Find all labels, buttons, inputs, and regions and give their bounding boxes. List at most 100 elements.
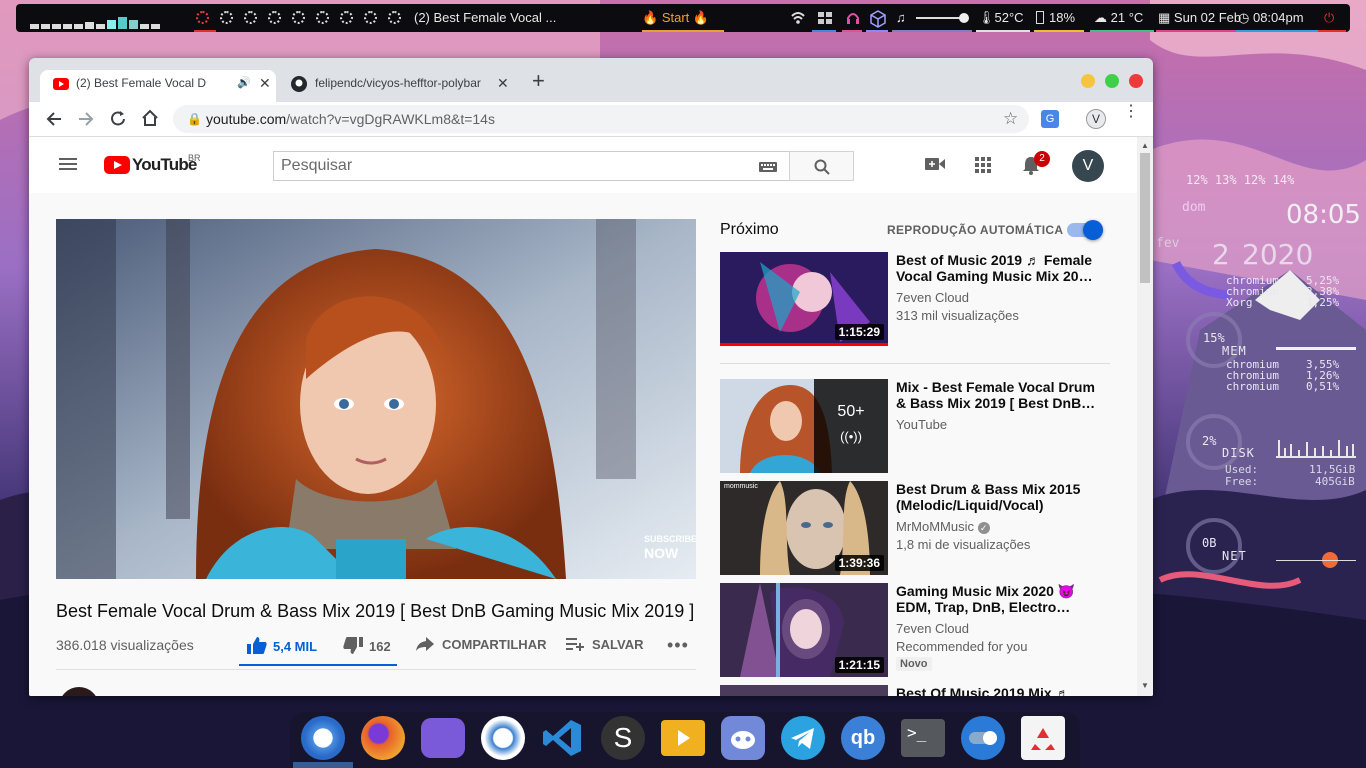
speaker-icon[interactable]: 🔊 [237,70,251,96]
discord-icon[interactable] [721,716,765,760]
trash-icon[interactable] [1021,716,1065,760]
more-actions-icon[interactable]: ••• [667,635,689,656]
package-icon[interactable] [869,4,887,32]
workspace-2[interactable] [220,11,233,24]
playlist-add-icon [566,638,584,651]
create-video-icon[interactable] [925,157,945,171]
minimize-button[interactable] [1081,74,1095,88]
autoplay-toggle[interactable] [1067,220,1103,240]
apps-grid-icon[interactable] [975,157,991,173]
battery-value: 18% [1049,10,1076,25]
channel-avatar[interactable] [59,687,99,696]
vscode-icon[interactable] [541,716,585,760]
power-icon[interactable]: ⏻ [1324,4,1334,32]
firefox-icon[interactable] [361,716,405,760]
divider [720,363,1110,364]
back-arrow-icon[interactable] [45,110,63,128]
net-graph-line [1276,560,1356,561]
lock-icon: 🔒 [187,112,202,126]
address-bar[interactable]: 🔒 youtube.com/watch?v=vgDgRAWKLm8&t=14s … [173,105,1029,133]
workspace-4[interactable] [268,11,281,24]
translate-icon[interactable]: G [1041,110,1059,128]
time: ◷ 08:04pm [1238,4,1304,32]
profile-avatar[interactable]: V [1086,109,1106,129]
search-input[interactable]: Pesquisar [273,151,790,181]
media-player-icon[interactable] [661,720,705,756]
scroll-down-icon[interactable]: ▼ [1141,681,1149,690]
clock-app-icon[interactable] [481,716,525,760]
close-tab-icon[interactable]: ✕ [259,70,271,96]
hamburger-menu-icon[interactable] [59,157,77,171]
share-button[interactable]: COMPARTILHAR [416,637,546,652]
new-badge: Novo [896,657,932,671]
video-player[interactable]: SUBSCRIBE NOW [56,219,696,579]
home-icon[interactable] [141,109,159,127]
like-button[interactable]: 5,4 MIL [247,637,317,655]
recommendation-channel: 7even Cloud [896,621,969,636]
video-thumbnail[interactable]: 1:15:29 [720,252,888,346]
telegram-icon[interactable] [781,716,825,760]
qbittorrent-icon[interactable]: qb [841,716,885,760]
workspace-9[interactable] [388,11,401,24]
recommendation-item[interactable]: 50+ ((•)) Mix - Best Female Vocal Drum &… [720,379,1110,473]
recommendation-item[interactable]: 1:15:29 Best of Music 2019 ♬ Female Voca… [720,252,1110,346]
recommendation-title: Mix - Best Female Vocal Drum & Bass Mix … [896,379,1096,411]
close-window-button[interactable] [1129,74,1143,88]
tab-github[interactable]: felipendc/vicyos-hefftor-polybar ✕ [281,70,517,102]
save-button[interactable]: SALVAR [566,637,644,652]
workspace-3[interactable] [244,11,257,24]
close-tab-icon[interactable]: ✕ [497,70,509,96]
video-thumbnail[interactable]: 50+ ((•)) [720,379,888,473]
divider [56,669,696,670]
tab-youtube[interactable]: (2) Best Female Vocal Drum & Bass Mix 20… [40,70,276,102]
reload-icon[interactable] [109,110,127,128]
terminal-icon[interactable]: >_ [901,719,945,757]
start-button[interactable]: 🔥 Start 🔥 [642,4,709,32]
maximize-button[interactable] [1105,74,1119,88]
new-tab-button[interactable]: + [532,68,545,94]
dislike-button[interactable]: 162 [343,637,391,655]
date-underline [1156,30,1248,32]
active-workspace-underline [194,30,216,32]
recommendation-title: Best Of Music 2019 Mix ♬ [896,685,1070,696]
cpu-temp-value: 52°C [994,10,1024,25]
recommendation-item[interactable]: mommusic 1:39:36 Best Drum & Bass Mix 20… [720,481,1110,575]
scrollbar-thumb[interactable] [1140,153,1150,283]
time-underline [1236,30,1326,32]
browser-menu-icon[interactable]: ⋮ [1123,104,1139,120]
conky-mem-pct: 15% [1203,331,1225,345]
windows-icon[interactable] [817,4,833,32]
battery-underline [1034,30,1084,32]
weather-value: 21 °C [1110,10,1144,25]
tab-title: (2) Best Female Vocal Drum & Bass Mix 20… [76,76,206,90]
workspace-6[interactable] [316,11,329,24]
recommendation-item[interactable]: Best Of Music 2019 Mix ♬ [720,685,1110,696]
workspace-7[interactable] [340,11,353,24]
chromium-icon[interactable] [301,716,345,760]
scroll-up-icon[interactable]: ▲ [1141,141,1149,150]
headphones-icon[interactable] [845,4,861,32]
video-thumbnail[interactable]: mommusic 1:39:36 [720,481,888,575]
account-avatar[interactable]: V [1072,150,1104,182]
bookmark-star-icon[interactable]: ☆ [1003,105,1018,133]
video-thumbnail[interactable] [720,685,888,696]
search-button[interactable] [789,151,854,181]
workspace-8[interactable] [364,11,377,24]
conky-disk-label: DISK [1222,446,1255,460]
keyboard-icon[interactable] [759,162,777,172]
video-thumbnail[interactable]: 1:21:15 [720,583,888,677]
mem-proc-name: chromium [1226,380,1279,393]
recommendation-item[interactable]: 1:21:15 Gaming Music Mix 2020 😈 EDM, Tra… [720,583,1110,677]
wifi-icon[interactable] [790,4,806,32]
simplenote-icon[interactable]: S [601,716,645,760]
forward-arrow-icon[interactable] [77,110,95,128]
flame-icon: 🔥 [642,10,659,25]
workspace-1[interactable] [196,11,209,24]
files-folder-icon[interactable] [421,718,465,758]
workspace-5[interactable] [292,11,305,24]
conky-clock: 08:05 [1286,200,1361,230]
page-scrollbar[interactable]: ▲ ▼ [1137,137,1153,696]
workspace-indicators[interactable] [196,11,418,25]
toggle-app-icon[interactable] [961,716,1005,760]
volume-slider[interactable] [914,4,974,32]
